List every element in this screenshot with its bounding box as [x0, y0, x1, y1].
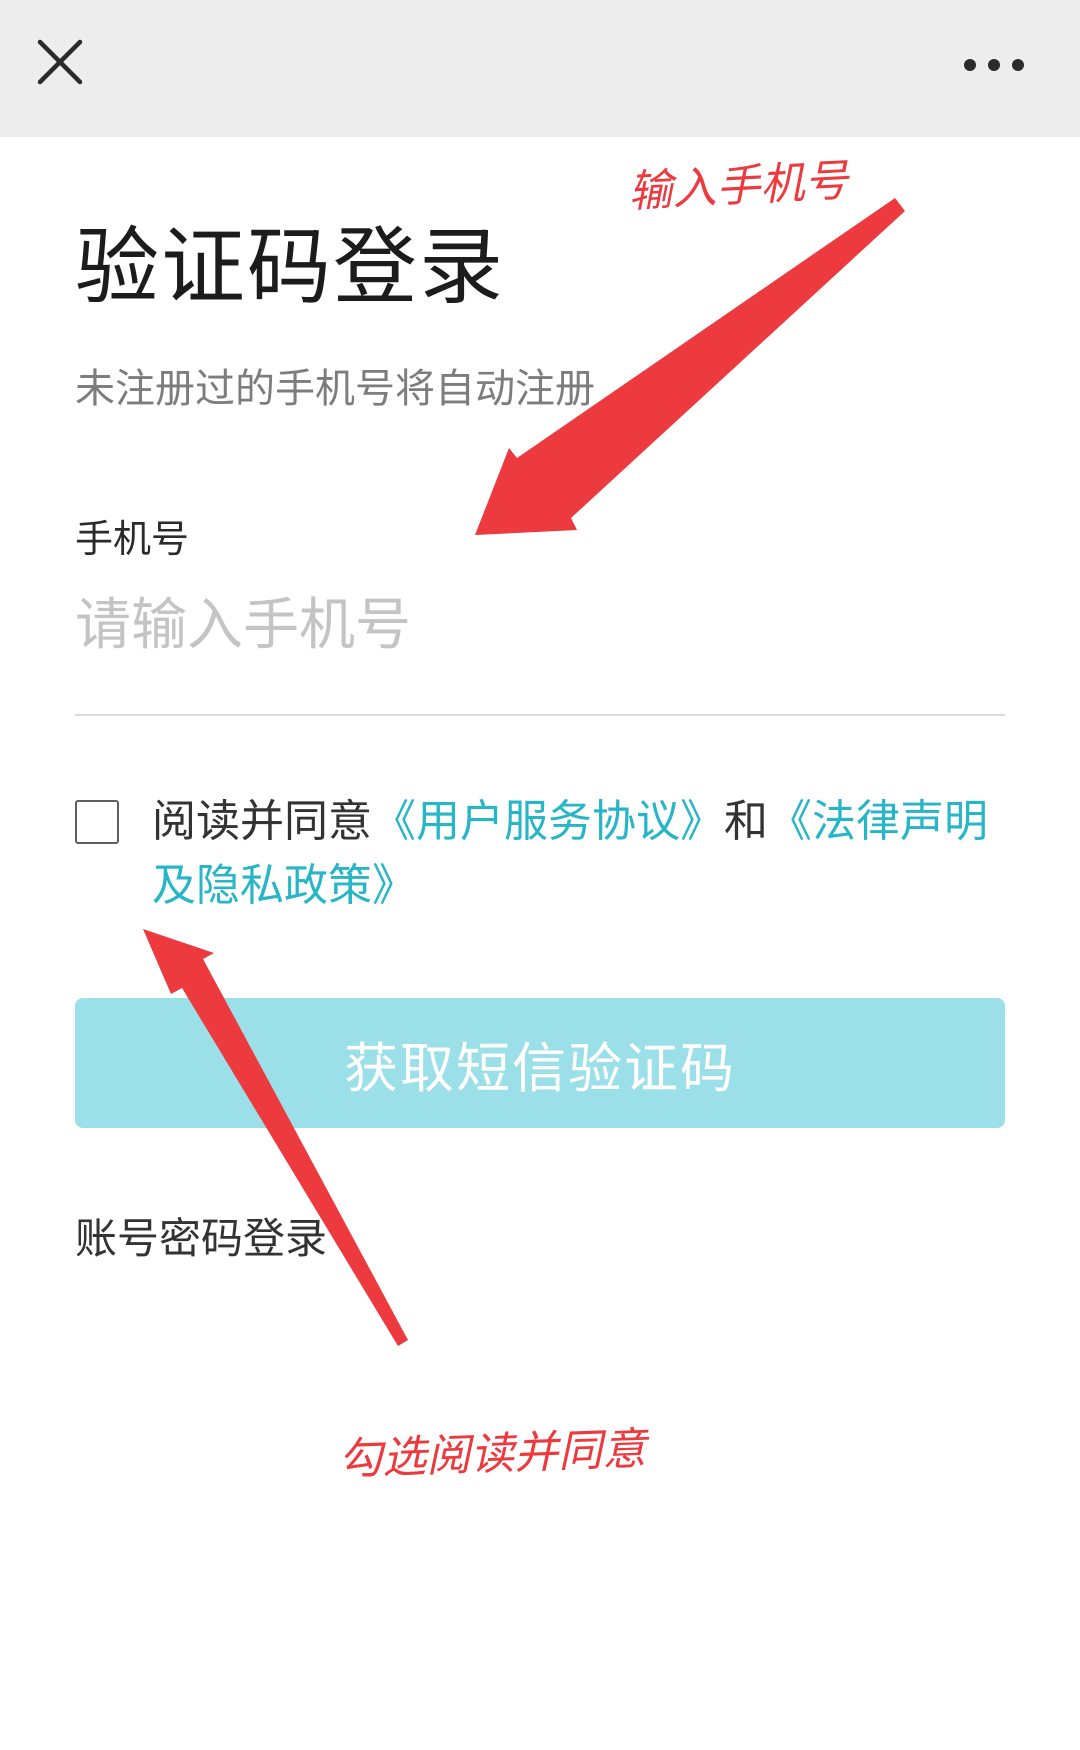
close-icon [37, 39, 83, 85]
phone-input[interactable] [75, 585, 1005, 665]
annotation-check-note: 勾选阅读并同意 [337, 1423, 647, 1486]
phone-divider [75, 714, 1005, 716]
close-button[interactable] [28, 30, 92, 94]
more-button[interactable] [954, 40, 1034, 90]
agree-checkbox[interactable] [75, 800, 119, 844]
get-sms-code-button[interactable]: 获取短信验证码 [75, 998, 1005, 1128]
password-login-link[interactable]: 账号密码登录 [75, 1205, 327, 1266]
more-icon [964, 59, 1024, 71]
phone-label: 手机号 [75, 517, 190, 561]
page-subtitle: 未注册过的手机号将自动注册 [75, 366, 595, 412]
annotation-phone-note: 输入手机号 [627, 155, 850, 218]
agree-and: 和 [724, 796, 768, 847]
service-agreement-link[interactable]: 《用户服务协议》 [372, 796, 724, 847]
page-title: 验证码登录 [75, 218, 506, 316]
top-bar [0, 0, 1080, 137]
agree-text: 阅读并同意《用户服务协议》和《法律声明及隐私政策》 [152, 790, 1012, 918]
login-page: 验证码登录 未注册过的手机号将自动注册 手机号 阅读并同意《用户服务协议》和《法… [0, 0, 1080, 1750]
arrow-to-checkbox [143, 929, 408, 1346]
agree-prefix: 阅读并同意 [152, 796, 372, 847]
